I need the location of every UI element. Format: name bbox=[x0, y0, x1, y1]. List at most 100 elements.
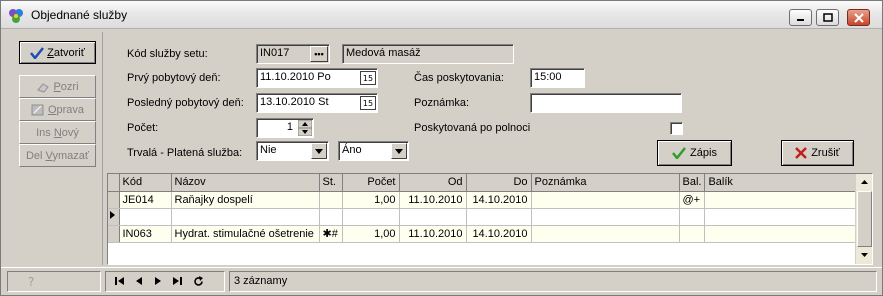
close-form-button[interactable]: Zatvoriť bbox=[19, 41, 96, 64]
permanent-dropdown-button[interactable] bbox=[311, 143, 327, 159]
cancel-label: Zrušiť bbox=[811, 147, 840, 159]
edit-label: Oprava bbox=[48, 104, 84, 116]
chevron-down-icon bbox=[395, 148, 403, 154]
close-window-button[interactable] bbox=[847, 9, 870, 26]
spinner-arrows-icon bbox=[297, 119, 313, 137]
cell-count[interactable]: 1,00 bbox=[342, 225, 400, 243]
first-day-calendar-icon[interactable]: 15 bbox=[360, 71, 376, 85]
service-code-value: IN017 bbox=[260, 47, 290, 59]
window-title: Objednané služby bbox=[31, 8, 128, 22]
cell-note[interactable] bbox=[531, 225, 680, 243]
cell-count[interactable]: 1,00 bbox=[342, 191, 400, 209]
services-grid[interactable]: Kód Názov St. Počet Od Do Poznámka Bal. … bbox=[107, 173, 873, 265]
delete-prefix: Del bbox=[25, 149, 46, 162]
row-pointer-icon bbox=[110, 211, 115, 219]
delete-button[interactable]: Del Vymazať bbox=[19, 144, 96, 167]
cell-package[interactable] bbox=[704, 225, 859, 243]
cell-to[interactable]: 14.10.2010 bbox=[466, 191, 532, 209]
cell-code[interactable]: JE014 bbox=[119, 191, 172, 209]
service-lookup-button[interactable]: ••• bbox=[310, 46, 328, 62]
help-icon[interactable]: ? bbox=[28, 275, 34, 289]
cell-code[interactable] bbox=[119, 208, 172, 226]
table-row[interactable]: IN063 Hydrat. stimulačné ošetrenie ✱# 1,… bbox=[108, 225, 859, 243]
help-cell: ? bbox=[7, 271, 101, 292]
edit-icon bbox=[31, 104, 44, 115]
cell-package[interactable] bbox=[704, 191, 859, 209]
services-table: Kód Názov St. Počet Od Do Poznámka Bal. … bbox=[108, 174, 859, 243]
cell-note[interactable] bbox=[531, 191, 680, 209]
find-accel: P bbox=[53, 80, 61, 93]
cell-from[interactable] bbox=[399, 208, 467, 226]
count-spinner[interactable] bbox=[297, 119, 313, 137]
column-header[interactable]: Počet bbox=[342, 174, 400, 192]
minimize-icon bbox=[797, 19, 804, 21]
cancel-button[interactable]: Zrušiť bbox=[781, 140, 854, 166]
insert-new-button[interactable]: Ins Nový bbox=[19, 121, 96, 144]
column-header[interactable]: St. bbox=[319, 174, 343, 192]
cell-status[interactable] bbox=[319, 191, 343, 209]
table-row[interactable]: JE014 Raňajky dospelí 1,00 11.10.2010 14… bbox=[108, 191, 859, 209]
column-header[interactable]: Kód bbox=[119, 174, 172, 192]
close-icon bbox=[854, 13, 864, 23]
cell-count[interactable] bbox=[342, 208, 400, 226]
cell-to[interactable] bbox=[466, 208, 532, 226]
scroll-thumb[interactable] bbox=[857, 191, 872, 247]
cell-code[interactable]: IN063 bbox=[119, 225, 172, 243]
cell-name[interactable] bbox=[171, 208, 320, 226]
status-bar: ? 3 záznamy bbox=[1, 267, 882, 295]
last-day-calendar-icon[interactable]: 15 bbox=[360, 96, 376, 110]
column-header[interactable]: Poznámka bbox=[531, 174, 680, 192]
scroll-up-button[interactable] bbox=[856, 174, 872, 190]
previous-icon bbox=[136, 277, 142, 285]
cell-bal[interactable] bbox=[679, 208, 706, 226]
next-record-button[interactable] bbox=[150, 274, 166, 288]
scroll-down-button[interactable] bbox=[856, 247, 872, 263]
window: Objednané služby Zatvoriť Pozri Oprava I… bbox=[0, 0, 883, 296]
after-midnight-checkbox[interactable] bbox=[670, 122, 683, 135]
previous-record-button[interactable] bbox=[131, 274, 147, 288]
delete-label: Del Vymazať bbox=[26, 150, 89, 162]
column-header[interactable]: Názov bbox=[171, 174, 320, 192]
cell-status[interactable]: ✱# bbox=[319, 225, 343, 243]
find-text: ozri bbox=[60, 80, 79, 93]
column-header[interactable]: Bal. bbox=[679, 174, 706, 192]
cell-from[interactable]: 11.10.2010 bbox=[399, 225, 467, 243]
column-header[interactable]: Balík bbox=[704, 174, 859, 192]
service-code-label: Kód služby setu: bbox=[127, 48, 208, 60]
column-header[interactable]: Do bbox=[466, 174, 532, 192]
count-value: 1 bbox=[286, 121, 293, 133]
cell-name[interactable]: Raňajky dospelí bbox=[171, 191, 320, 209]
table-row[interactable] bbox=[108, 208, 859, 226]
cell-note[interactable] bbox=[531, 208, 680, 226]
cell-package[interactable] bbox=[704, 208, 859, 226]
find-label: Pozri bbox=[53, 81, 78, 93]
find-button[interactable]: Pozri bbox=[19, 75, 96, 98]
current-row-indicator bbox=[108, 208, 120, 226]
service-name-field: Medová masáž bbox=[342, 44, 514, 64]
grid-vertical-scrollbar[interactable] bbox=[855, 174, 872, 264]
maximize-button[interactable] bbox=[816, 9, 839, 26]
eraser-icon bbox=[37, 82, 50, 93]
cell-status[interactable] bbox=[319, 208, 343, 226]
time-field[interactable]: 15:00 bbox=[530, 68, 585, 88]
paid-dropdown-button[interactable] bbox=[391, 143, 407, 159]
chevron-down-icon bbox=[860, 253, 868, 257]
time-label: Čas poskytovania: bbox=[414, 72, 504, 84]
minimize-button[interactable] bbox=[789, 9, 812, 26]
note-label: Poznámka: bbox=[414, 97, 470, 109]
cell-bal[interactable] bbox=[679, 225, 706, 243]
last-record-button[interactable] bbox=[169, 274, 185, 288]
cell-name[interactable]: Hydrat. stimulačné ošetrenie bbox=[171, 225, 320, 243]
permanent-value: Nie bbox=[260, 144, 277, 156]
save-button[interactable]: Zápis bbox=[657, 140, 732, 166]
title-bar[interactable]: Objednané služby bbox=[1, 1, 882, 29]
record-navigator bbox=[105, 271, 225, 292]
refresh-button[interactable] bbox=[190, 274, 206, 288]
cell-from[interactable]: 11.10.2010 bbox=[399, 191, 467, 209]
note-field[interactable] bbox=[530, 93, 682, 113]
cell-bal[interactable]: @+ bbox=[679, 191, 706, 209]
first-record-button[interactable] bbox=[112, 274, 128, 288]
cell-to[interactable]: 14.10.2010 bbox=[466, 225, 532, 243]
column-header[interactable]: Od bbox=[399, 174, 467, 192]
edit-button[interactable]: Oprava bbox=[19, 98, 96, 121]
